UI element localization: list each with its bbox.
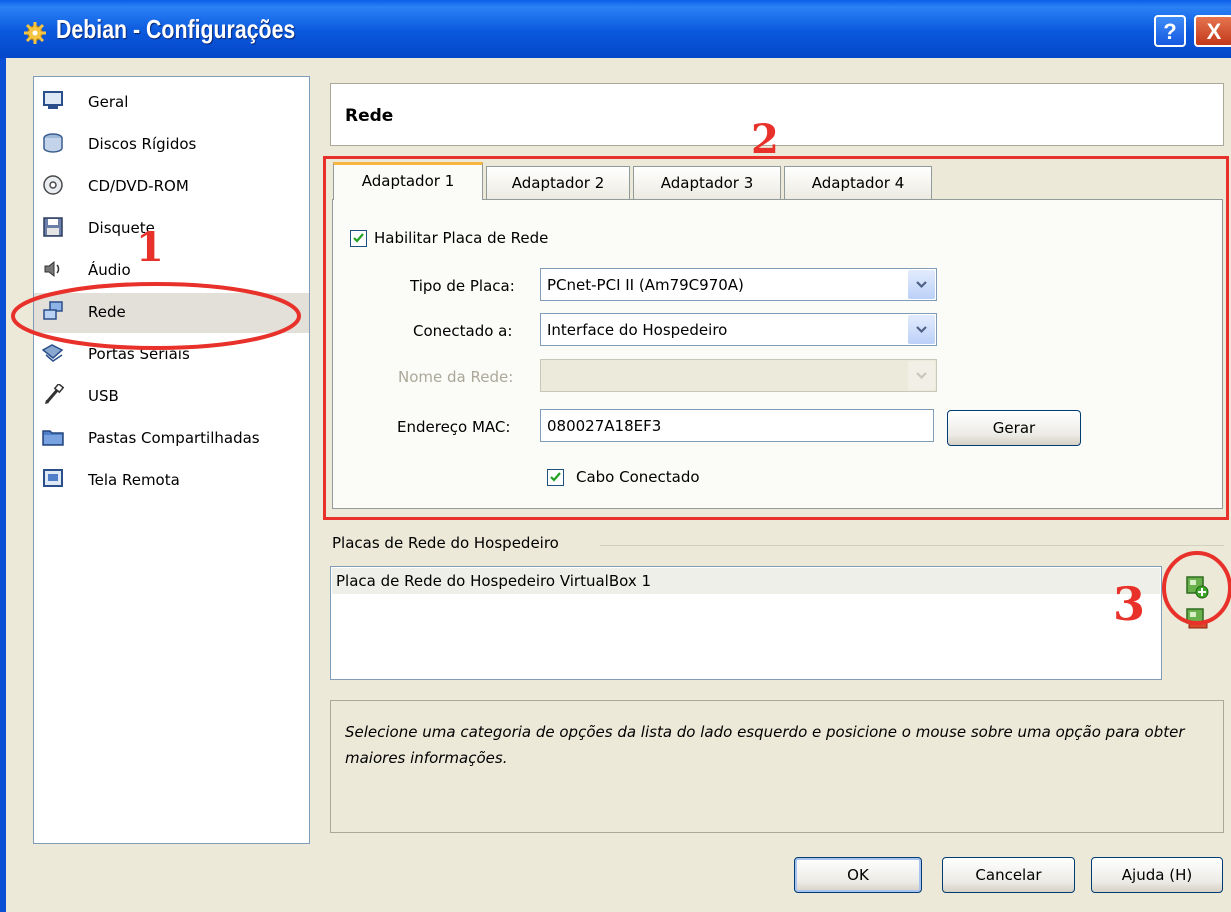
- tab-adaptador-3[interactable]: Adaptador 3: [633, 166, 781, 200]
- network-name-select[interactable]: [540, 359, 937, 392]
- annotation-number-3: 3: [1113, 577, 1146, 631]
- enable-adapter-label: Habilitar Placa de Rede: [374, 229, 549, 247]
- page-title: Rede: [345, 106, 394, 126]
- mac-address-value: 080027A18EF3: [547, 417, 662, 435]
- sidebar-item-label: Geral: [88, 93, 129, 111]
- adapter-type-value: PCnet-PCI II (Am79C970A): [547, 276, 744, 294]
- dropdown-arrow[interactable]: [908, 361, 935, 390]
- category-list[interactable]: Geral Discos Rígidos CD/DVD-ROM Disquete…: [33, 76, 310, 844]
- adapter-type-label: Tipo de Placa:: [410, 277, 515, 295]
- sidebar-item-label: Pastas Compartilhadas: [88, 429, 260, 447]
- chevron-down-icon: [916, 372, 927, 380]
- cable-connected-checkbox[interactable]: [547, 469, 564, 486]
- usb-icon: [45, 384, 64, 404]
- gear-icon: [24, 22, 46, 44]
- annotation-ellipse: [11, 282, 301, 350]
- tab-adaptador-2[interactable]: Adaptador 2: [486, 166, 630, 200]
- attached-to-select[interactable]: Interface do Hospedeiro: [540, 313, 937, 346]
- sidebar-item-usb[interactable]: USB: [34, 377, 309, 417]
- sidebar-item-pastas[interactable]: Pastas Compartilhadas: [34, 419, 309, 459]
- annotation-number-2: 2: [751, 116, 779, 163]
- attached-to-value: Interface do Hospedeiro: [547, 321, 728, 339]
- cancel-button[interactable]: Cancelar: [942, 857, 1075, 893]
- chevron-down-icon: [916, 281, 927, 289]
- ok-button[interactable]: OK: [794, 857, 922, 893]
- folder-icon: [42, 430, 64, 446]
- sidebar-item-label: Tela Remota: [88, 471, 180, 489]
- generate-mac-button[interactable]: Gerar: [947, 410, 1081, 446]
- window-frame-left: [0, 58, 6, 912]
- help-button[interactable]: Ajuda (H): [1091, 857, 1223, 893]
- dropdown-arrow[interactable]: [908, 315, 935, 344]
- monitor-icon: [43, 91, 63, 109]
- chevron-down-icon: [916, 326, 927, 334]
- sidebar-item-discos[interactable]: Discos Rígidos: [34, 125, 309, 165]
- tab-adaptador-1[interactable]: Adaptador 1: [333, 162, 483, 200]
- sidebar-item-label: Discos Rígidos: [88, 135, 197, 153]
- sidebar-item-disquete[interactable]: Disquete: [34, 209, 309, 249]
- host-interfaces-list[interactable]: Placa de Rede do Hospedeiro VirtualBox 1: [330, 566, 1162, 680]
- close-button[interactable]: X: [1194, 15, 1231, 47]
- sidebar-item-label: CD/DVD-ROM: [88, 177, 189, 195]
- enable-adapter-checkbox[interactable]: [350, 230, 367, 247]
- tab-adaptador-4[interactable]: Adaptador 4: [784, 166, 932, 200]
- host-interfaces-group-label: Placas de Rede do Hospedeiro: [332, 534, 567, 552]
- sidebar-item-geral[interactable]: Geral: [34, 83, 309, 123]
- floppy-icon: [43, 217, 63, 237]
- annotation-circle: [1162, 551, 1231, 625]
- mac-address-label: Endereço MAC:: [397, 418, 511, 436]
- info-panel: Selecione uma categoria de opções da lis…: [330, 700, 1224, 833]
- sidebar-item-cd[interactable]: CD/DVD-ROM: [34, 167, 309, 207]
- adapter-type-select[interactable]: PCnet-PCI II (Am79C970A): [540, 268, 937, 301]
- checkmark-icon: [353, 233, 364, 243]
- help-title-button[interactable]: ?: [1154, 15, 1186, 47]
- title-bar[interactable]: Debian - Configurações ? X: [0, 0, 1231, 58]
- group-divider: [600, 545, 1224, 546]
- cable-connected-label: Cabo Conectado: [576, 468, 700, 486]
- dropdown-arrow[interactable]: [908, 270, 935, 299]
- checkmark-icon: [550, 472, 561, 482]
- info-text: Selecione uma categoria de opções da lis…: [345, 723, 1185, 767]
- window-title: Debian - Configurações: [56, 14, 296, 44]
- sidebar-item-label: Áudio: [88, 261, 131, 279]
- cd-icon: [43, 175, 63, 195]
- speaker-icon: [44, 260, 60, 278]
- list-item[interactable]: Placa de Rede do Hospedeiro VirtualBox 1: [332, 568, 1160, 594]
- annotation-number-1: 1: [136, 224, 164, 271]
- remote-display-icon: [43, 469, 63, 487]
- network-name-label: Nome da Rede:: [398, 368, 514, 386]
- mac-address-field[interactable]: 080027A18EF3: [540, 409, 934, 442]
- sidebar-item-label: USB: [88, 387, 119, 405]
- sidebar-item-tela[interactable]: Tela Remota: [34, 461, 309, 501]
- attached-to-label: Conectado a:: [413, 322, 513, 340]
- hard-disk-icon: [43, 133, 63, 153]
- host-interface-name: Placa de Rede do Hospedeiro VirtualBox 1: [336, 572, 652, 590]
